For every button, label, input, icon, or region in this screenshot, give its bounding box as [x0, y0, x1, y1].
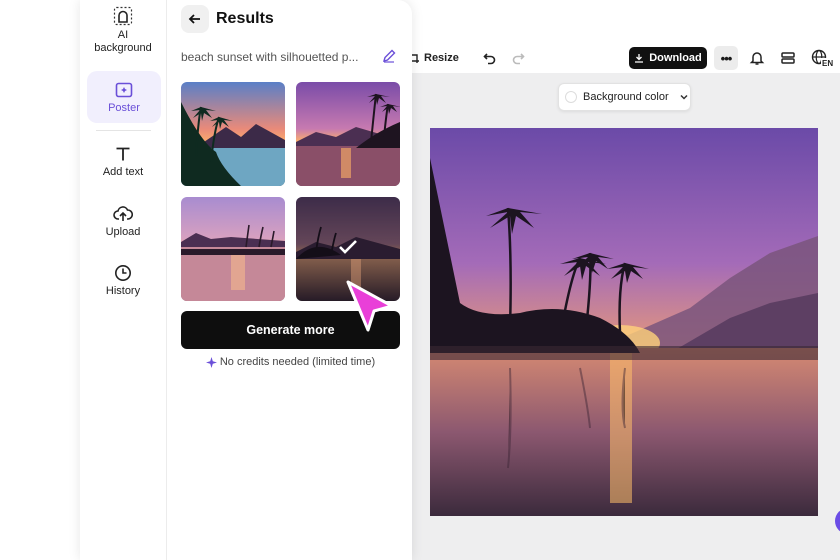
result-thumbnail-2[interactable] [296, 82, 400, 186]
rail-label-history: History [105, 285, 141, 297]
generate-more-label: Generate more [246, 323, 335, 337]
download-label: Download [649, 52, 702, 64]
globe-icon: EN [811, 49, 833, 68]
redo-button[interactable] [511, 42, 525, 73]
color-swatch [565, 91, 577, 103]
rail-label-add-text: Add text [102, 166, 144, 178]
back-arrow-icon [188, 14, 200, 24]
more-options-button[interactable]: ••• [714, 46, 738, 70]
rail-item-poster[interactable]: Poster [87, 71, 161, 123]
rail-label-ai-background-line2: background [94, 42, 152, 54]
download-button[interactable]: Download [629, 47, 707, 69]
history-icon [115, 265, 131, 281]
resize-label: Resize [424, 51, 459, 64]
undo-button[interactable] [483, 42, 497, 73]
result-thumbnail-1[interactable] [181, 82, 285, 186]
resize-button[interactable]: Resize [408, 42, 459, 73]
notifications-button[interactable] [747, 48, 767, 68]
upload-icon [113, 206, 133, 221]
rail-item-ai-background[interactable]: AI background [86, 6, 160, 55]
prompt-text[interactable]: beach sunset with silhouetted p... [181, 50, 381, 64]
rail-item-history[interactable]: History [86, 264, 160, 297]
back-button[interactable] [181, 5, 209, 33]
sparkle-icon [205, 356, 217, 368]
bell-icon [749, 52, 765, 65]
background-color-label: Background color [583, 91, 669, 103]
rail-label-upload: Upload [105, 226, 141, 238]
more-label: ••• [720, 50, 733, 66]
rail-label-ai-background-line1: AI [117, 29, 129, 41]
edit-prompt-button[interactable] [382, 49, 396, 68]
undo-icon [483, 52, 496, 64]
top-toolbar: Resize [380, 42, 840, 73]
pencil-icon [382, 49, 396, 63]
credits-note-text: No credits needed (limited time) [219, 356, 376, 368]
rail-item-add-text[interactable]: Add text [86, 145, 160, 178]
layers-button[interactable] [778, 48, 798, 68]
background-color-picker[interactable]: Background color [558, 83, 691, 111]
result-thumbnail-3[interactable] [181, 197, 285, 301]
language-button[interactable]: EN [810, 48, 834, 68]
ai-background-icon [113, 6, 133, 26]
results-title: Results [216, 10, 274, 27]
redo-icon [512, 52, 525, 64]
download-icon [635, 54, 644, 63]
layers-icon [781, 52, 795, 64]
lang-label: EN [822, 59, 833, 68]
rail-item-upload[interactable]: Upload [86, 205, 160, 238]
pointer-cursor-icon [344, 278, 396, 341]
poster-canvas-image[interactable] [430, 128, 818, 516]
rail-divider [96, 130, 151, 131]
poster-icon [115, 82, 133, 97]
rail-label-poster: Poster [108, 101, 140, 114]
chevron-down-icon [680, 94, 688, 100]
credits-note: No credits needed (limited time) [181, 356, 400, 368]
text-icon [116, 147, 130, 161]
check-icon [339, 240, 357, 254]
